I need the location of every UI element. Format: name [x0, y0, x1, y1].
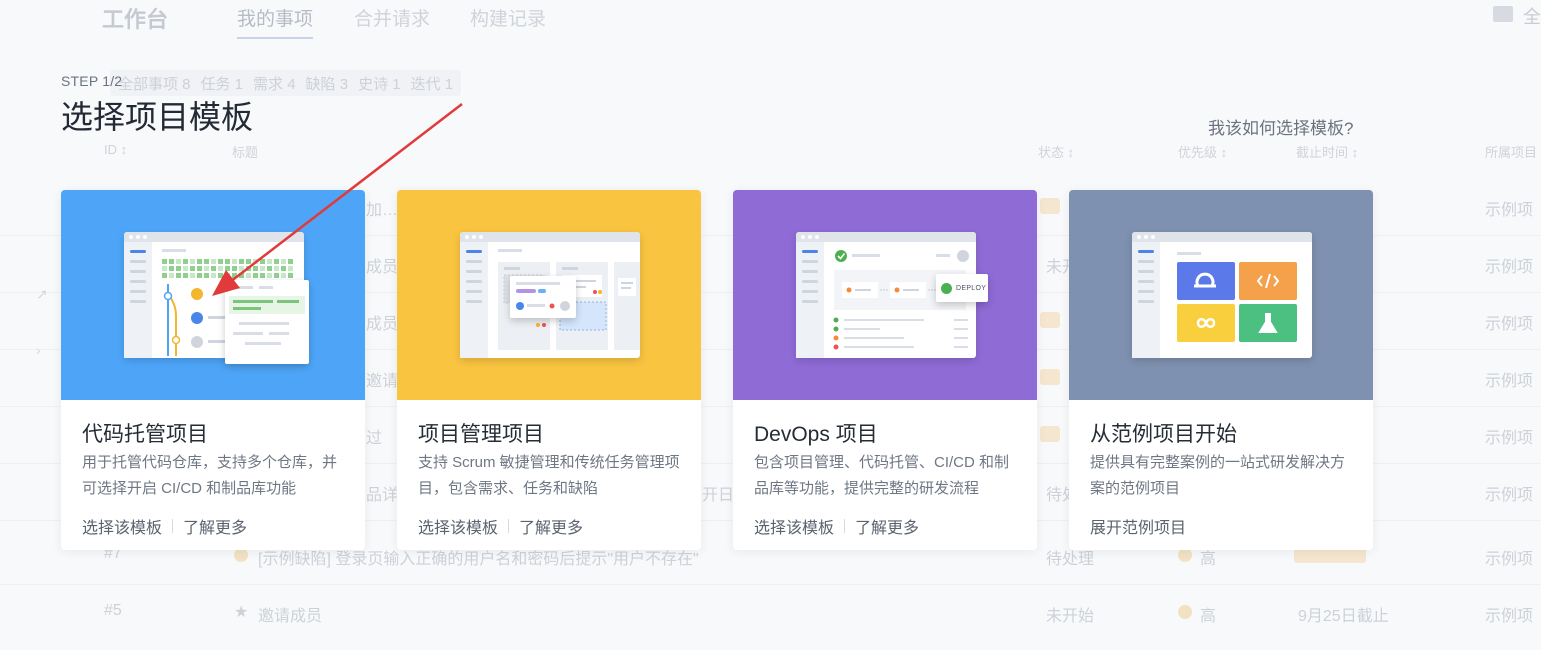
check-icon [941, 282, 952, 294]
priority-icon [1178, 605, 1192, 619]
column-id: ID ↕ [104, 142, 128, 157]
card-illustration-area [397, 190, 701, 400]
column-status: 状态 ↕ [1038, 145, 1075, 160]
card-description: 提供具有完整案例的一站式研发解决方案的范例项目 [1090, 454, 1346, 497]
row-extra: 开日 [702, 487, 735, 504]
status-tag [1040, 426, 1060, 442]
page-title: 选择项目模板 [61, 99, 254, 135]
status-tag [1040, 369, 1060, 385]
divider [844, 519, 846, 533]
feature-tiles-icon [1177, 252, 1297, 342]
template-card-project-management[interactable]: 项目管理项目 支持 Scrum 敏捷管理和传统任务管理项目，包含需求、任务和缺陷… [397, 190, 701, 550]
filter-all: 全部事项 8 [118, 75, 191, 93]
filter-requirement: 需求 4 [253, 75, 296, 93]
status-tag [1040, 198, 1060, 214]
row-title: 成员 [366, 259, 399, 276]
card-description: 支持 Scrum 敏捷管理和传统任务管理项目，包含需求、任务和缺陷 [418, 454, 680, 497]
card-description: 用于托管代码仓库，支持多个仓库，并可选择开启 CI/CD 和制品库功能 [82, 454, 338, 497]
card-illustration-area [1069, 190, 1373, 400]
row-title: 成员 [366, 316, 399, 333]
row-title: 品详 [366, 487, 399, 504]
card-actions: 选择该模板 了解更多 [754, 514, 919, 538]
template-card-example-project[interactable]: 从范例项目开始 提供具有完整案例的一站式研发解决方案的范例项目 展开范例项目 [1069, 190, 1373, 550]
code-review-panel [225, 280, 309, 364]
background-tab-merge-requests: 合并请求 [354, 9, 431, 30]
row-project: 示例项 [1485, 316, 1534, 333]
defect-icon [234, 548, 248, 562]
template-card-devops[interactable]: DEPLOY DevOps 项目 包含项目管理、代码托管、CI/CD 和制品库等… [733, 190, 1037, 550]
row-priority: 高 [1200, 608, 1217, 625]
learn-more-link[interactable]: 了解更多 [519, 514, 583, 538]
row-project: 示例项 [1485, 430, 1534, 447]
card-title: DevOps 项目 [754, 423, 878, 446]
row-title: 加… [366, 202, 399, 219]
divider [508, 519, 510, 533]
background-topbar: 工作台 我的事项 合并请求 构建记录 全 [0, 0, 1541, 39]
dragged-task-card [510, 276, 576, 318]
filter-iteration: 迭代 1 [410, 75, 454, 93]
row-project: 示例项 [1485, 259, 1534, 276]
card-actions: 展开范例项目 [1090, 514, 1186, 538]
card-illustration-area [61, 190, 365, 400]
card-actions: 选择该模板 了解更多 [82, 514, 247, 538]
row-title: 邀请成员 [258, 608, 323, 625]
background-top-right-label: 全 [1523, 7, 1541, 27]
expand-icon: ↗ [36, 286, 48, 302]
row-due: 9月25日截止 [1298, 608, 1389, 625]
status-tag [1040, 312, 1060, 328]
row-project: 示例项 [1485, 551, 1534, 568]
row-project: 示例项 [1485, 202, 1534, 219]
row-project: 示例项 [1485, 373, 1534, 390]
code-hosting-illustration [124, 232, 309, 364]
row-title: 邀请 [366, 373, 399, 390]
card-actions: 选择该模板 了解更多 [418, 514, 583, 538]
task-card-icon [516, 282, 570, 311]
card-title: 项目管理项目 [418, 423, 544, 446]
filter-task: 任务 1 [200, 75, 244, 93]
deploy-badge: DEPLOY [936, 274, 988, 302]
filter-epic: 史诗 1 [358, 75, 401, 93]
select-template-button[interactable]: 选择该模板 [82, 514, 162, 538]
select-template-button[interactable]: 选择该模板 [754, 514, 834, 538]
table-row: #5 ★ 邀请成员 未开始 高 9月25日截止 示例项 [0, 584, 1541, 641]
kanban-illustration [460, 232, 640, 358]
priority-icon [1178, 548, 1192, 562]
column-title: 标题 [232, 145, 259, 160]
row-project: 示例项 [1485, 487, 1534, 504]
select-template-button[interactable]: 选择该模板 [418, 514, 498, 538]
help-link[interactable]: 我该如何选择模板? [1208, 114, 1353, 139]
row-id: #5 [104, 602, 122, 619]
example-project-illustration [1132, 232, 1312, 358]
card-description: 包含项目管理、代码托管、CI/CD 和制品库等功能，提供完整的研发流程 [754, 454, 1010, 497]
template-card-code-hosting[interactable]: 代码托管项目 用于托管代码仓库，支持多个仓库，并可选择开启 CI/CD 和制品库… [61, 190, 365, 550]
background-tab-build-records: 构建记录 [470, 9, 547, 30]
folder-icon [1493, 6, 1513, 22]
row-title: 过 [366, 430, 383, 447]
learn-more-link[interactable]: 了解更多 [855, 514, 919, 538]
row-status: 未开始 [1046, 608, 1095, 625]
step-indicator: STEP 1/2 [61, 73, 123, 89]
star-icon: ★ [234, 604, 249, 621]
background-app-title: 工作台 [102, 7, 169, 32]
learn-more-link[interactable]: 了解更多 [183, 514, 247, 538]
column-due: 截止时间 ↕ [1296, 145, 1359, 160]
devops-illustration: DEPLOY [796, 232, 988, 358]
card-title: 代码托管项目 [82, 423, 208, 446]
expand-example-projects-button[interactable]: 展开范例项目 [1090, 514, 1186, 538]
diff-lines-icon [229, 286, 305, 345]
deploy-label: DEPLOY [956, 284, 987, 292]
row-project: 示例项 [1485, 608, 1534, 625]
chevron-right-icon: › [36, 342, 41, 358]
background-tab-my-items: 我的事项 [237, 4, 314, 39]
card-title: 从范例项目开始 [1090, 423, 1237, 446]
divider [172, 519, 174, 533]
filter-defect: 缺陷 3 [305, 75, 349, 93]
column-project: 所属项目 [1485, 145, 1538, 160]
card-illustration-area: DEPLOY [733, 190, 1037, 400]
column-priority: 优先级 ↕ [1178, 145, 1228, 160]
